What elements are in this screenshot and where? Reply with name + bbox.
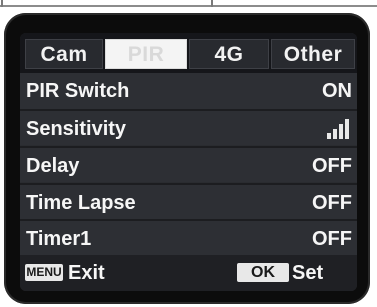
tab-pir[interactable]: PIR bbox=[105, 39, 187, 69]
setting-label: Time Lapse bbox=[26, 192, 136, 214]
setting-value: OFF bbox=[312, 155, 352, 177]
setting-row-sensitivity[interactable]: Sensitivity bbox=[20, 109, 357, 145]
setting-row-delay[interactable]: Delay OFF bbox=[20, 146, 357, 182]
tab-other[interactable]: Other bbox=[271, 39, 355, 69]
setting-value: ON bbox=[322, 80, 352, 102]
setting-label: Sensitivity bbox=[26, 118, 127, 140]
setting-row-pir-switch[interactable]: PIR Switch ON bbox=[20, 73, 357, 109]
setting-row-time-lapse[interactable]: Time Lapse OFF bbox=[20, 183, 357, 219]
tab-cam[interactable]: Cam bbox=[25, 39, 103, 69]
setting-row-timer1[interactable]: Timer1 OFF bbox=[20, 219, 357, 255]
setting-label: Delay bbox=[26, 155, 80, 177]
left-tick bbox=[1, 0, 3, 7]
menu-key-badge[interactable]: MENU bbox=[25, 264, 63, 281]
set-hint: Set bbox=[292, 262, 324, 284]
signal-strength-icon bbox=[327, 119, 351, 139]
tab-4g[interactable]: 4G bbox=[189, 39, 269, 69]
exit-hint: Exit bbox=[68, 262, 105, 284]
setting-label: PIR Switch bbox=[26, 80, 130, 102]
lcd-screen: Cam PIR 4G Other PIR Switch ON Sensitivi… bbox=[20, 33, 357, 291]
top-border-line bbox=[0, 0, 377, 8]
footer-hint-bar: MENU Exit OK Set bbox=[20, 255, 357, 291]
top-rule bbox=[0, 5, 377, 7]
setting-value: OFF bbox=[312, 192, 352, 214]
middle-tick bbox=[211, 0, 213, 7]
menu-tabs: Cam PIR 4G Other bbox=[20, 33, 357, 73]
setting-label: Timer1 bbox=[26, 228, 92, 250]
setting-value: OFF bbox=[312, 228, 352, 250]
ok-key-badge[interactable]: OK bbox=[237, 263, 289, 282]
